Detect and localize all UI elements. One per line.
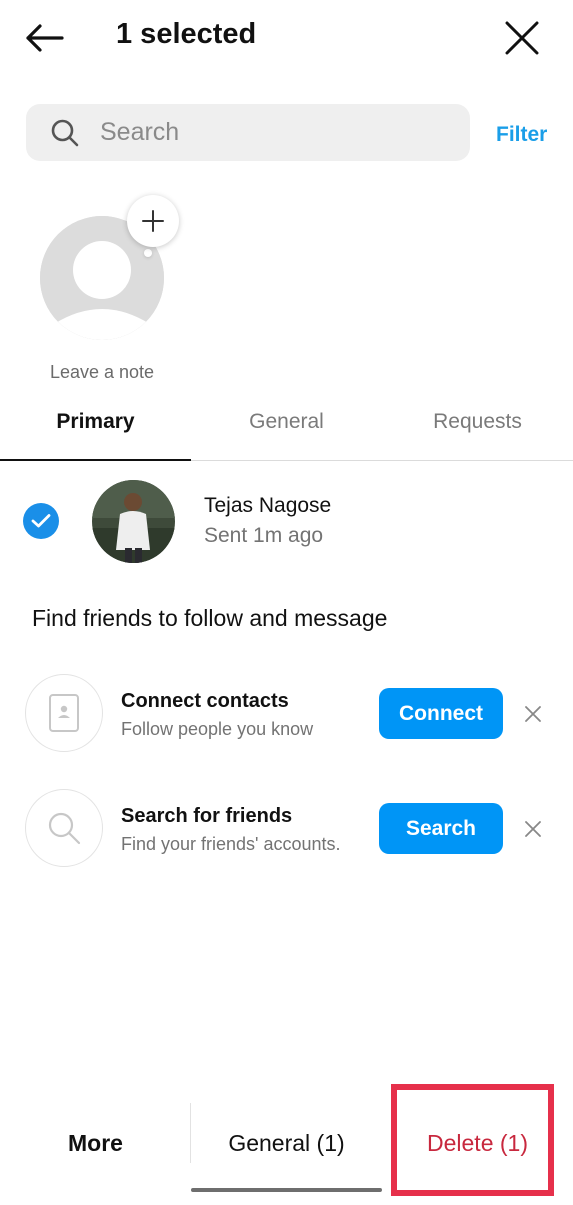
page-title: 1 selected bbox=[116, 18, 257, 50]
thread-avatar[interactable] bbox=[92, 480, 175, 563]
close-button[interactable] bbox=[496, 12, 548, 64]
tab-primary[interactable]: Primary bbox=[0, 410, 191, 434]
add-note-button[interactable] bbox=[127, 195, 179, 247]
suggestion-subtitle: Find your friends' accounts. bbox=[121, 834, 341, 854]
note-label: Leave a note bbox=[49, 362, 155, 382]
selected-check-icon[interactable] bbox=[23, 503, 59, 539]
close-icon bbox=[525, 706, 541, 722]
search-friends-button[interactable]: Search bbox=[379, 803, 503, 854]
search-friends-icon-circle bbox=[25, 789, 103, 867]
search-icon bbox=[51, 119, 79, 146]
dismiss-contacts-button[interactable] bbox=[518, 699, 548, 729]
tab-general[interactable]: General bbox=[191, 410, 382, 434]
contacts-icon-circle bbox=[25, 674, 103, 752]
move-to-general-button[interactable]: General (1) bbox=[191, 1103, 382, 1183]
search-bar[interactable] bbox=[26, 104, 470, 161]
filter-link[interactable]: Filter bbox=[496, 123, 547, 147]
search-icon bbox=[48, 812, 81, 845]
checkmark-icon bbox=[31, 514, 51, 528]
find-friends-heading: Find friends to follow and message bbox=[32, 605, 388, 631]
note-bubble-tail bbox=[144, 249, 152, 257]
gesture-bar bbox=[191, 1188, 382, 1192]
suggestion-title: Connect contacts bbox=[121, 690, 289, 712]
connect-button[interactable]: Connect bbox=[379, 688, 503, 739]
search-input[interactable] bbox=[100, 118, 440, 147]
active-tab-indicator bbox=[0, 459, 191, 461]
suggestion-subtitle: Follow people you know bbox=[121, 719, 314, 739]
arrow-left-icon bbox=[26, 24, 64, 52]
close-icon bbox=[505, 21, 539, 55]
thread-status: Sent 1m ago bbox=[204, 524, 324, 547]
delete-highlight-box bbox=[391, 1084, 554, 1196]
dismiss-search-friends-button[interactable] bbox=[518, 814, 548, 844]
back-button[interactable] bbox=[18, 14, 70, 62]
close-icon bbox=[525, 821, 541, 837]
plus-icon bbox=[142, 210, 164, 232]
tab-requests[interactable]: Requests bbox=[382, 410, 573, 434]
suggestion-title: Search for friends bbox=[121, 805, 293, 827]
more-button[interactable]: More bbox=[0, 1103, 191, 1183]
contact-book-icon bbox=[49, 694, 79, 732]
profile-photo bbox=[92, 480, 175, 563]
thread-name: Tejas Nagose bbox=[204, 494, 332, 517]
